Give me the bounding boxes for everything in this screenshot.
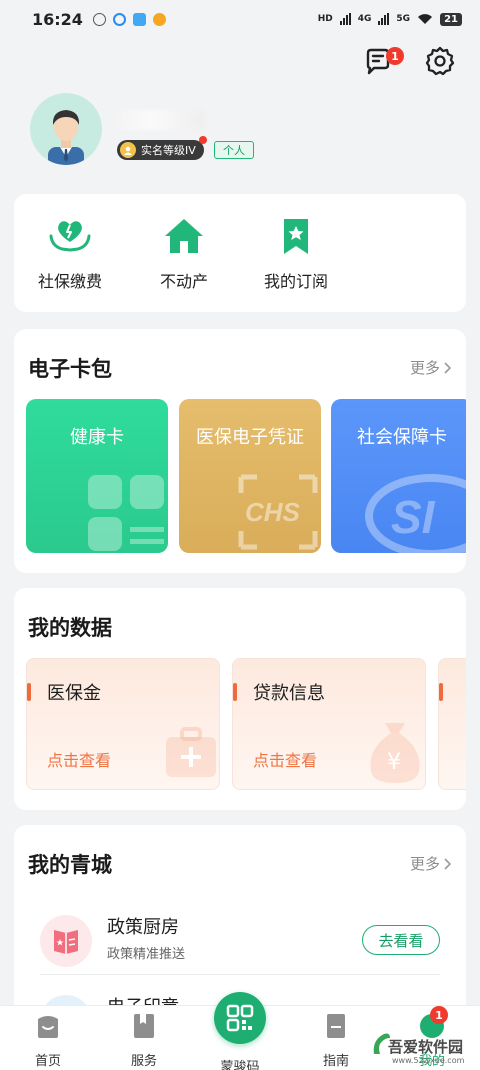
heart-hands-icon [49,221,91,252]
social-security-card[interactable]: 社会保障卡 SI [331,399,466,553]
divider [40,974,440,975]
verification-level-badge[interactable]: 实名等级IV [117,140,204,160]
city-item-title: 政策厨房 [107,917,179,938]
accent-bar [439,683,443,701]
svg-text:SI: SI [391,491,436,543]
app-notification-icon [132,12,146,26]
chs-logo-decoration-icon: CHS [238,474,318,550]
accent-bar [233,683,237,701]
status-bar: 16:24 HD 4G 5G 21 [0,0,480,38]
accent-bar [27,683,31,701]
tab-label: 服务 [130,1054,157,1069]
my-data-section: 我的数据 医保金 点击查看 贷款信息 点击查看 ¥ [14,588,466,810]
section-title: 我的数据 [28,616,112,640]
medical-insurance-card[interactable]: 医保电子凭证 CHS [179,399,321,553]
status-time: 16:24 [32,9,83,29]
chevron-right-icon [444,857,452,870]
grid-decoration-icon [88,475,164,551]
quick-action-label: 社保缴费 [37,272,102,291]
quick-action-subscriptions[interactable]: 我的订阅 [251,216,341,292]
watermark-url: www.52zixue.com [392,1056,465,1065]
4g-label: 4G [357,14,372,24]
gear-icon [425,46,455,76]
bookmark-star-icon [284,219,308,254]
watermark-text: 吾爱软件园 [388,1038,464,1056]
svg-text:CHS: CHS [245,497,301,527]
quick-action-label: 不动产 [159,272,208,291]
battery-indicator: 21 [440,12,462,26]
card-label: 社会保障卡 [357,427,447,448]
quick-action-social-insurance[interactable]: 社保缴费 [25,216,115,292]
go-see-button[interactable]: 去看看 [362,925,440,955]
qr-code-button[interactable] [214,992,266,1044]
city-item-policy-kitchen[interactable]: 政策厨房 政策精准推送 去看看 [14,909,466,987]
svg-text:¥: ¥ [387,750,401,775]
quick-action-real-estate[interactable]: 不动产 [139,216,229,292]
tab-label: 首页 [34,1054,61,1069]
quick-action-label: 我的订阅 [263,272,328,291]
q-app-icon [112,12,126,26]
e-wallet-section: 电子卡包 更多 健康卡 医保电子凭证 CHS 社会保障卡 SI [14,329,466,573]
tab-label: 蒙骏码 [220,1060,260,1070]
more-label: 更多 [409,855,440,873]
card-label: 医保电子凭证 [196,427,304,448]
health-card[interactable]: 健康卡 [26,399,168,553]
weibo-icon [152,12,166,26]
5g-label: 5G [396,14,411,24]
tab-home[interactable]: 首页 [10,1012,86,1069]
tab-guide[interactable]: 指南 [298,1012,374,1069]
services-icon [134,1014,154,1038]
house-icon [165,219,203,253]
city-item-subtitle: 政策精准推送 [107,947,186,962]
notification-dot [199,136,207,144]
tab-services[interactable]: 服务 [106,1012,182,1069]
account-type-tag: 个人 [214,141,254,159]
section-title: 电子卡包 [28,357,112,381]
money-bag-icon: ¥ [370,723,420,783]
avatar-illustration [48,110,84,165]
level-label: 实名等级IV [141,144,196,157]
k-app-icon [92,12,106,26]
message-badge: 1 [386,47,404,65]
signal-icon [339,13,351,25]
data-item-partial[interactable] [438,658,466,790]
wifi-icon [418,14,433,24]
data-item-loan-info[interactable]: 贷款信息 点击查看 ¥ [232,658,426,790]
settings-button[interactable] [424,45,456,77]
view-link[interactable]: 点击查看 [47,747,111,771]
status-right: HD 4G 5G 21 [317,12,462,26]
view-link[interactable]: 点击查看 [253,747,317,771]
medal-icon [120,142,136,158]
chevron-right-icon [444,361,452,374]
watermark: 吾爱软件园 www.52zixue.com [370,1010,478,1068]
medical-kit-icon [166,727,216,777]
guide-icon [327,1014,345,1038]
policy-book-icon [40,915,92,967]
avatar[interactable] [30,93,102,165]
section-title: 我的青城 [28,853,112,877]
data-item-title: 医保金 [47,683,101,704]
card-label: 健康卡 [70,427,124,448]
data-item-title: 贷款信息 [253,683,325,704]
si-logo-decoration-icon: SI [365,474,466,553]
message-button[interactable]: 1 [362,45,404,77]
city-more-link[interactable]: 更多 [410,853,452,874]
quick-actions-card: 社保缴费 不动产 我的订阅 [14,194,466,312]
more-label: 更多 [409,359,440,377]
wallet-more-link[interactable]: 更多 [410,357,452,378]
hd-label: HD [317,14,333,24]
tab-label: 指南 [322,1054,349,1069]
username-redacted [115,110,205,130]
signal-icon-2 [378,13,390,25]
qr-code-icon [226,1004,254,1032]
home-icon [38,1016,58,1038]
data-item-medical-fund[interactable]: 医保金 点击查看 [26,658,220,790]
